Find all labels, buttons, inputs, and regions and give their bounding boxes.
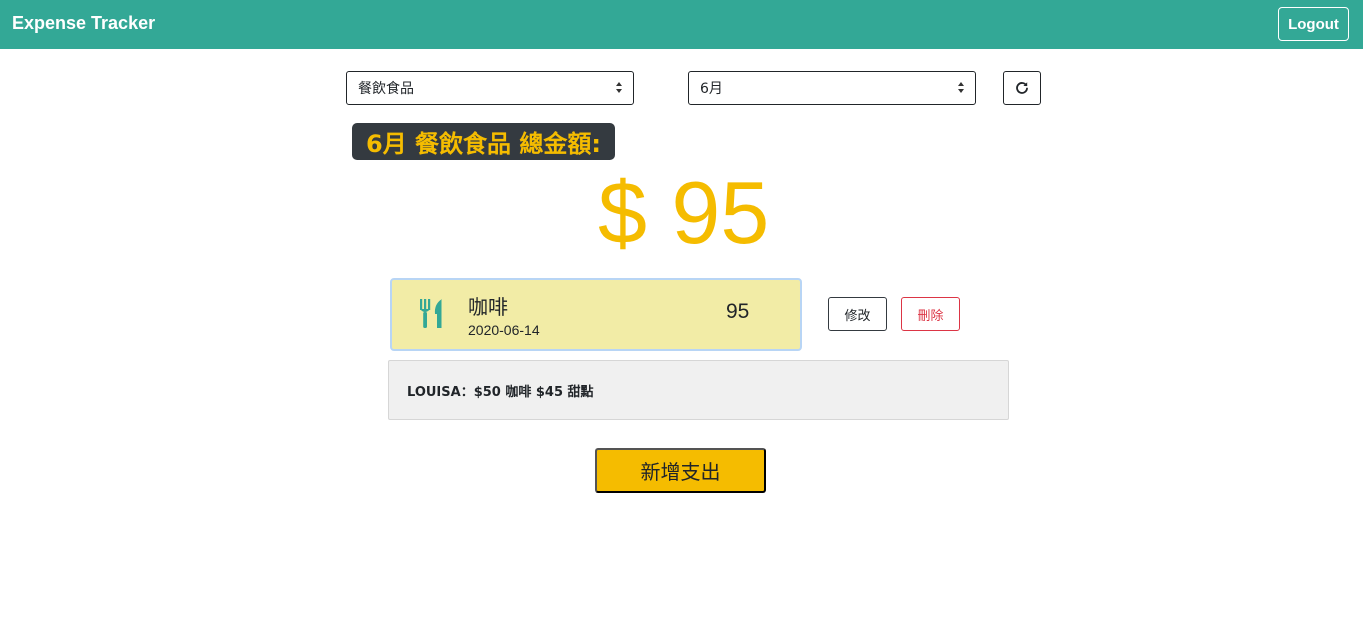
refresh-icon: [1016, 82, 1028, 94]
select-arrows-icon: [616, 81, 624, 95]
record-item[interactable]: 咖啡 2020-06-14 95: [390, 278, 802, 351]
record-memo: LOUISA：$50 咖啡 $45 甜點: [388, 360, 1009, 420]
month-select[interactable]: 6月: [688, 71, 976, 105]
brand-title[interactable]: Expense Tracker: [12, 13, 155, 34]
edit-button[interactable]: 修改: [828, 297, 887, 331]
record-amount: 95: [726, 300, 750, 323]
logout-button[interactable]: Logout: [1278, 7, 1349, 41]
utensils-icon: [420, 299, 442, 328]
record-date: 2020-06-14: [468, 322, 540, 338]
total-amount: $ 95: [598, 163, 770, 262]
month-select-value: 6月: [700, 81, 723, 97]
add-expense-button[interactable]: 新增支出: [595, 448, 766, 493]
refresh-button[interactable]: [1003, 71, 1041, 105]
select-arrows-icon: [958, 81, 966, 95]
total-label: 6月 餐飲食品 總金額:: [352, 123, 616, 160]
category-select[interactable]: 餐飲食品: [346, 71, 634, 105]
record-name: 咖啡: [468, 295, 508, 319]
category-select-value: 餐飲食品: [358, 81, 414, 97]
navbar: Expense Tracker Logout: [0, 0, 1363, 49]
delete-button[interactable]: 刪除: [901, 297, 960, 331]
